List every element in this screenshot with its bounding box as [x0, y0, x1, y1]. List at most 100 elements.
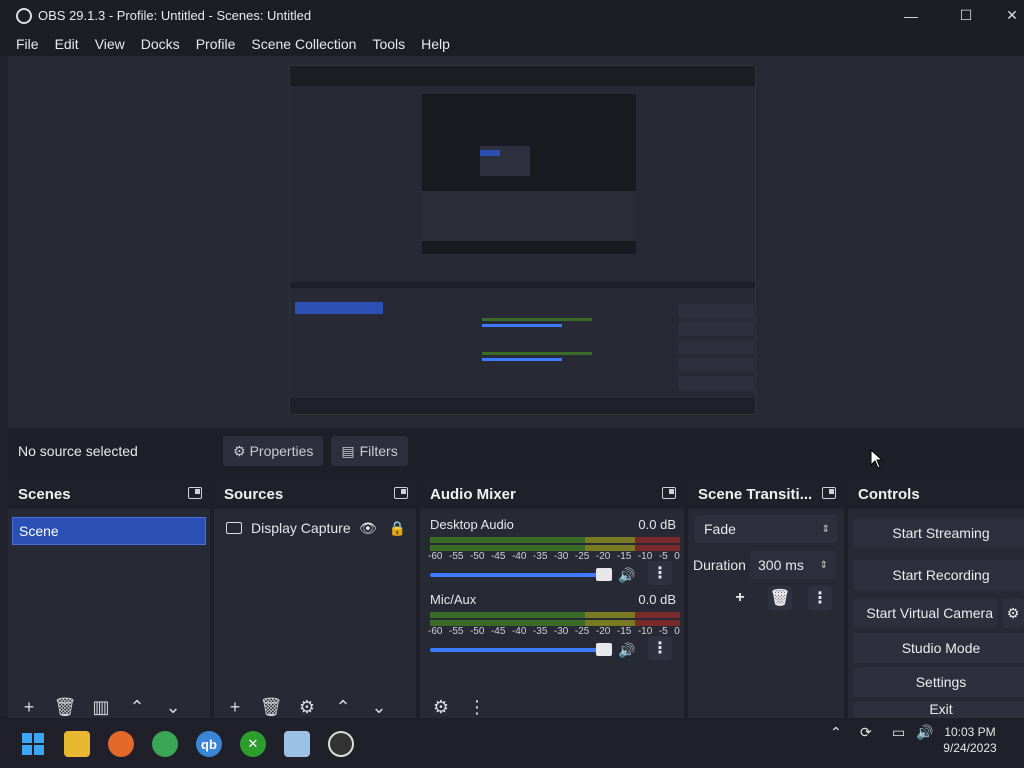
source-list-item[interactable]: Display Capture 👁 🔒	[226, 517, 416, 539]
taskbar-clock[interactable]: 10:03 PM 9/24/2023	[930, 724, 1010, 756]
transition-value: Fade	[704, 521, 736, 537]
start-streaming-button[interactable]: Start Streaming	[853, 518, 1024, 548]
spin-arrows-icon[interactable]: ⇕	[820, 560, 828, 571]
move-up-button[interactable]: ⌃	[122, 697, 152, 718]
meter-tick-label: -60	[428, 551, 443, 562]
float-dock-icon[interactable]	[394, 487, 408, 499]
advanced-audio-button[interactable]: ⚙	[426, 697, 456, 718]
monitor-icon	[226, 522, 242, 534]
source-up-button[interactable]: ⌃	[328, 697, 358, 718]
duration-value: 300 ms	[758, 557, 804, 573]
meter-tick-label: -35	[532, 626, 548, 637]
properties-button[interactable]: ⚙ Properties	[223, 436, 324, 466]
lock-icon[interactable]: 🔒	[389, 520, 406, 537]
float-dock-icon[interactable]	[188, 487, 202, 499]
source-name: Display Capture	[251, 520, 351, 536]
menu-help[interactable]: Help	[421, 36, 450, 52]
xbox-icon[interactable]: ✕	[240, 731, 266, 757]
transition-menu-button[interactable]: ⋮	[808, 586, 832, 610]
speaker-icon[interactable]: 🔊	[618, 567, 635, 584]
sources-dock: Sources Display Capture 👁 🔒 + 🗑 ⚙ ⌃ ⌄	[214, 479, 416, 719]
meter-tick-label: -35	[532, 551, 548, 562]
meter-tick-label: -20	[595, 626, 611, 637]
qbittorrent-icon[interactable]: qb	[196, 731, 222, 757]
speaker-icon[interactable]: 🔊	[618, 642, 635, 659]
meter-tick-label: -20	[595, 551, 611, 562]
volume-slider-handle[interactable]	[596, 568, 612, 581]
meter-tick-label: 0	[674, 626, 680, 637]
meter-tick-label: -30	[553, 551, 569, 562]
clock-date: 9/24/2023	[943, 741, 997, 755]
meter-tick-label: 0	[674, 551, 680, 562]
menu-view[interactable]: View	[95, 36, 125, 52]
chrome-icon[interactable]	[152, 731, 178, 757]
audio-menu-button[interactable]: ⋮	[462, 697, 492, 718]
add-scene-button[interactable]: +	[14, 697, 44, 718]
studio-mode-button[interactable]: Studio Mode	[853, 633, 1024, 663]
start-recording-button[interactable]: Start Recording	[853, 560, 1024, 590]
obs-taskbar-icon[interactable]	[328, 731, 354, 757]
obs-logo-icon	[16, 7, 32, 24]
source-properties-button[interactable]: ⚙	[292, 697, 322, 718]
eye-icon[interactable]: 👁	[359, 520, 377, 537]
scene-filters-button[interactable]: ▥	[86, 697, 116, 718]
mouse-cursor-icon	[870, 449, 884, 469]
menu-tools[interactable]: Tools	[372, 36, 405, 52]
chevron-up-icon[interactable]: ⌃	[830, 724, 842, 741]
photos-icon[interactable]	[284, 731, 310, 757]
display-capture-preview	[289, 65, 756, 415]
virtual-camera-settings-icon[interactable]: ⚙	[1002, 598, 1024, 628]
meter-tick-label: -15	[616, 551, 632, 562]
channel-menu-button[interactable]: ⋮	[648, 636, 672, 660]
meter-tick-label: -25	[574, 551, 590, 562]
filter-icon: ▤	[341, 442, 355, 459]
file-explorer-icon[interactable]	[64, 731, 90, 757]
windows-start-icon[interactable]	[20, 731, 46, 757]
close-button[interactable]: ✕	[989, 0, 1024, 31]
meter-tick-label: -60	[428, 626, 443, 637]
filters-button[interactable]: ▤ Filters	[331, 436, 408, 466]
float-dock-icon[interactable]	[662, 487, 676, 499]
minimize-button[interactable]: —	[888, 0, 934, 31]
menu-scene-collection[interactable]: Scene Collection	[251, 36, 356, 52]
menu-edit[interactable]: Edit	[55, 36, 79, 52]
volume-slider[interactable]	[430, 648, 600, 652]
firefox-icon[interactable]	[108, 731, 134, 757]
source-down-button[interactable]: ⌄	[364, 697, 394, 718]
audio-channel: Mic/Aux 0.0 dB -60 -55 -50 -45 -40 -35 -30 -25-…	[420, 584, 684, 660]
sync-icon[interactable]: ⟳	[860, 724, 872, 741]
meter-tick-label: -50	[469, 551, 485, 562]
add-transition-button[interactable]: +	[728, 586, 752, 610]
duration-spinbox[interactable]: 300 ms ⇕	[750, 551, 836, 579]
remove-transition-button[interactable]: 🗑	[768, 586, 792, 610]
chevron-updown-icon: ⇕	[821, 523, 830, 535]
scene-list-item[interactable]: Scene	[12, 517, 206, 545]
transition-select[interactable]: Fade ⇕	[694, 515, 838, 543]
exit-button[interactable]: Exit	[853, 701, 1024, 718]
title-bar: OBS 29.1.3 - Profile: Untitled - Scenes:…	[0, 0, 1024, 31]
float-dock-icon[interactable]	[822, 487, 836, 499]
filters-label: Filters	[359, 443, 398, 459]
channel-menu-button[interactable]: ⋮	[648, 561, 672, 585]
meter-tick-label: -30	[553, 626, 569, 637]
network-icon[interactable]: ▭	[892, 724, 905, 741]
menu-docks[interactable]: Docks	[141, 36, 180, 52]
scenes-footer: + 🗑 ▥ ⌃ ⌄	[8, 695, 210, 719]
nested-preview-icon	[290, 66, 755, 414]
move-down-button[interactable]: ⌄	[158, 697, 188, 718]
add-source-button[interactable]: +	[220, 697, 250, 718]
menu-profile[interactable]: Profile	[196, 36, 236, 52]
remove-source-button[interactable]: 🗑	[256, 697, 286, 718]
remove-scene-button[interactable]: 🗑	[50, 697, 80, 718]
settings-button[interactable]: Settings	[853, 667, 1024, 697]
meter-ticks: -60 -55 -50 -45 -40 -35 -30 -25 -20 -15 -10 -5 0	[428, 626, 680, 637]
volume-slider[interactable]	[430, 573, 600, 577]
volume-slider-handle[interactable]	[596, 643, 612, 656]
menu-file[interactable]: File	[16, 36, 39, 52]
maximize-button[interactable]: ☐	[943, 0, 989, 31]
channel-db: 0.0 dB	[638, 517, 676, 532]
start-virtual-camera-button[interactable]: Start Virtual Camera	[853, 598, 997, 628]
audio-mixer-title: Audio Mixer	[430, 485, 516, 503]
sources-footer: + 🗑 ⚙ ⌃ ⌄	[214, 695, 416, 719]
meter-tick-label: -45	[490, 551, 506, 562]
